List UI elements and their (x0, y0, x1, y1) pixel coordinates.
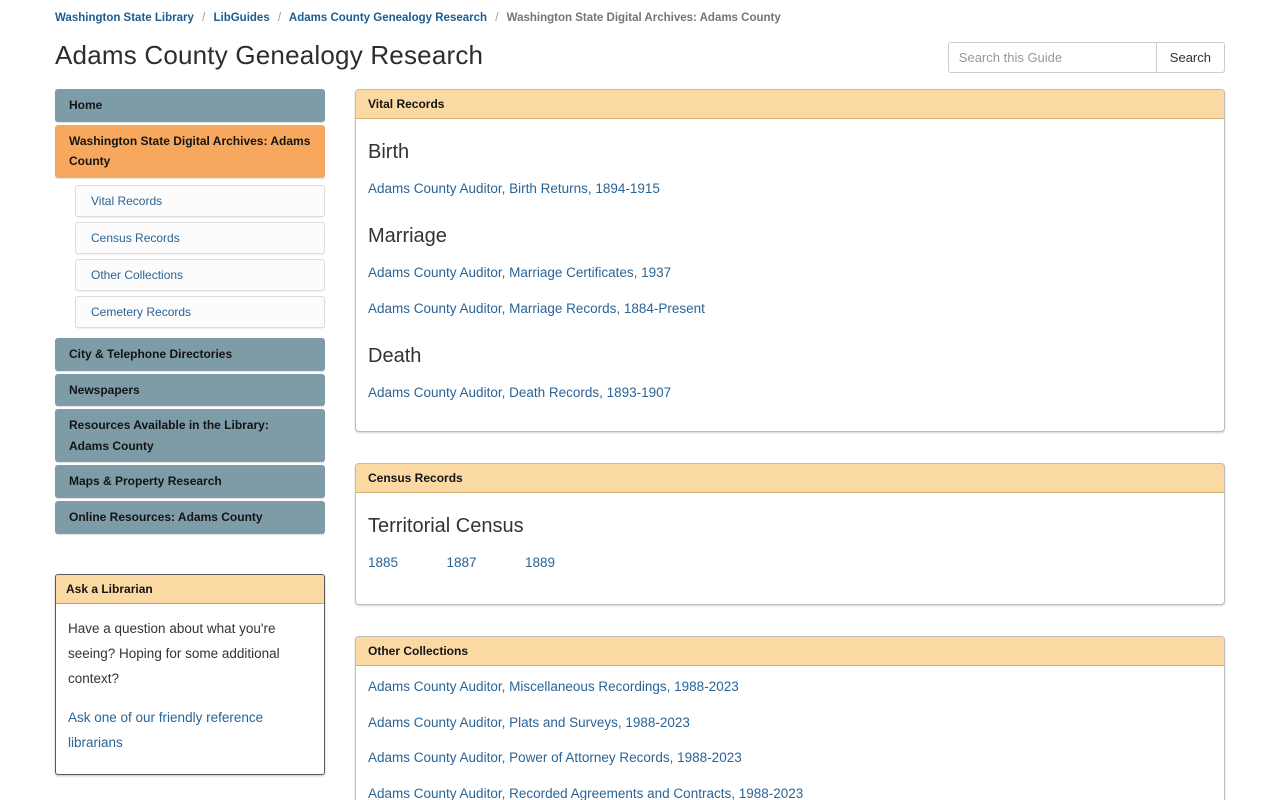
breadcrumb-separator: / (277, 12, 282, 24)
other-collections-box: Other Collections Adams County Auditor, … (355, 635, 1225, 800)
search-input[interactable] (947, 42, 1156, 74)
vital-records-box-title: Vital Records (356, 90, 1224, 120)
breadcrumb-link-state-library[interactable]: Washington State Library (55, 12, 194, 24)
other-collections-box-title: Other Collections (356, 636, 1224, 666)
link-miscellaneous-recordings[interactable]: Adams County Auditor, Miscellaneous Reco… (368, 678, 1212, 697)
search-button[interactable]: Search (1155, 42, 1225, 74)
link-birth-returns[interactable]: Adams County Auditor, Birth Returns, 189… (368, 180, 1212, 199)
link-death-records[interactable]: Adams County Auditor, Death Records, 189… (368, 384, 1212, 403)
sidebar-subitem-census-records[interactable]: Census Records (75, 221, 325, 254)
breadcrumb-separator: / (202, 12, 206, 24)
sidebar-subnav: Vital Records Census Records Other Colle… (55, 181, 325, 338)
layout: Home Washington State Digital Archives: … (55, 89, 1225, 800)
birth-heading: Birth (368, 141, 410, 164)
page-title: Adams County Genealogy Research (55, 40, 484, 71)
sidebar-item-city-telephone-directories[interactable]: City & Telephone Directories (55, 337, 325, 371)
link-marriage-records[interactable]: Adams County Auditor, Marriage Records, … (368, 300, 1212, 319)
breadcrumb-link-libguides[interactable]: LibGuides (213, 12, 269, 24)
guide-search: Search (947, 42, 1225, 74)
sidebar: Home Washington State Digital Archives: … (55, 89, 325, 775)
census-year-links: 1885 1887 1889 (368, 554, 1212, 572)
link-plats-and-surveys[interactable]: Adams County Auditor, Plats and Surveys,… (368, 714, 1212, 733)
page: Washington State Library / LibGuides / A… (0, 0, 1280, 800)
main-content: Vital Records Birth Adams County Auditor… (355, 89, 1225, 800)
sidebar-item-online-resources[interactable]: Online Resources: Adams County (55, 501, 325, 534)
link-recorded-agreements[interactable]: Adams County Auditor, Recorded Agreement… (368, 785, 1212, 800)
death-heading: Death (368, 344, 422, 367)
ask-a-librarian-box: Ask a Librarian Have a question about wh… (55, 573, 325, 775)
sidebar-item-newspapers[interactable]: Newspapers (55, 373, 325, 407)
link-census-1889[interactable]: 1889 (525, 555, 555, 570)
census-records-box: Census Records Territorial Census 1885 1… (355, 462, 1225, 605)
vital-records-box: Vital Records Birth Adams County Auditor… (355, 89, 1225, 432)
sidebar-item-maps-property-research[interactable]: Maps & Property Research (55, 465, 325, 499)
sidebar-item-home[interactable]: Home (55, 89, 325, 122)
marriage-heading: Marriage (368, 224, 447, 247)
sidebar-item-resources-available[interactable]: Resources Available in the Library: Adam… (55, 409, 325, 463)
sidebar-item-digital-archives[interactable]: Washington State Digital Archives: Adams… (55, 124, 325, 178)
breadcrumb-link-guide[interactable]: Adams County Genealogy Research (289, 12, 487, 24)
ask-a-librarian-title: Ask a Librarian (56, 574, 324, 604)
sidebar-subitem-other-collections[interactable]: Other Collections (75, 258, 325, 291)
sidebar-subitem-vital-records[interactable]: Vital Records (75, 184, 325, 217)
breadcrumb: Washington State Library / LibGuides / A… (55, 8, 1225, 26)
link-power-of-attorney[interactable]: Adams County Auditor, Power of Attorney … (368, 749, 1212, 768)
ask-a-librarian-text: Have a question about what you're seeing… (68, 620, 280, 686)
link-marriage-certificates[interactable]: Adams County Auditor, Marriage Certifica… (368, 264, 1212, 283)
link-census-1887[interactable]: 1887 (447, 555, 477, 570)
ask-a-librarian-link[interactable]: Ask one of our friendly reference librar… (68, 706, 312, 756)
census-records-box-title: Census Records (356, 463, 1224, 493)
sidebar-subitem-cemetery-records[interactable]: Cemetery Records (75, 295, 325, 328)
link-census-1885[interactable]: 1885 (368, 555, 398, 570)
breadcrumb-current-page: Washington State Digital Archives: Adams… (506, 12, 781, 24)
page-header: Adams County Genealogy Research Search (55, 40, 1225, 74)
breadcrumb-separator: / (495, 12, 499, 24)
territorial-census-heading: Territorial Census (368, 514, 524, 537)
